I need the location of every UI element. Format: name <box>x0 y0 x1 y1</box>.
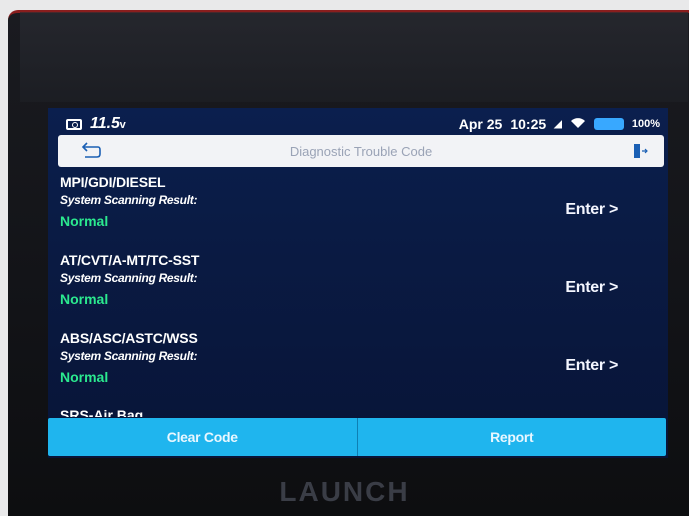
system-name: MPI/GDI/DIESEL <box>60 174 166 190</box>
wifi-icon <box>570 117 586 132</box>
brand-logo: LAUNCH <box>279 476 410 507</box>
voltage-value: 11.5 <box>90 115 120 132</box>
enter-button[interactable]: Enter > <box>565 201 618 219</box>
status-date: Apr 25 <box>458 116 503 132</box>
status-left: 11.5 v <box>66 115 126 133</box>
system-name: ABS/ASC/ASTC/WSS <box>60 330 198 346</box>
clear-code-button[interactable]: Clear Code <box>48 418 357 456</box>
battery-icon <box>593 118 624 130</box>
status-right: Apr 25 10:25 ◢ 100% <box>459 116 660 132</box>
device-rim <box>20 12 688 102</box>
screen: 11.5 v Apr 25 10:25 ◢ 100% Diagnostic Tr… <box>48 108 668 458</box>
enter-button[interactable]: Enter > <box>565 357 618 375</box>
report-button[interactable]: Report <box>358 418 667 456</box>
system-name-partial[interactable]: SRS-Air Bag <box>60 407 143 417</box>
system-item: MPI/GDI/DIESEL System Scanning Result: N… <box>60 174 660 246</box>
exit-icon[interactable] <box>632 143 648 159</box>
bottom-action-bar: Clear Code Report <box>48 418 666 456</box>
system-item: AT/CVT/A-MT/TC-SST System Scanning Resul… <box>60 252 660 324</box>
system-list: MPI/GDI/DIESEL System Scanning Result: N… <box>48 168 668 412</box>
enter-button[interactable]: Enter > <box>565 279 618 297</box>
voltage-readout: 11.5 v <box>90 115 126 133</box>
voltage-unit: v <box>119 119 126 131</box>
signal-icon: ◢ <box>554 118 562 130</box>
status-bar: 11.5 v Apr 25 10:25 ◢ 100% <box>58 112 664 136</box>
battery-level: 100% <box>631 118 660 130</box>
system-item: ABS/ASC/ASTC/WSS System Scanning Result:… <box>60 330 660 402</box>
page-title: Diagnostic Trouble Code <box>289 144 433 159</box>
system-name: AT/CVT/A-MT/TC-SST <box>60 252 200 268</box>
status-time: 10:25 <box>510 116 547 132</box>
title-bar: Diagnostic Trouble Code <box>58 135 664 167</box>
screenshot-icon <box>66 118 82 130</box>
